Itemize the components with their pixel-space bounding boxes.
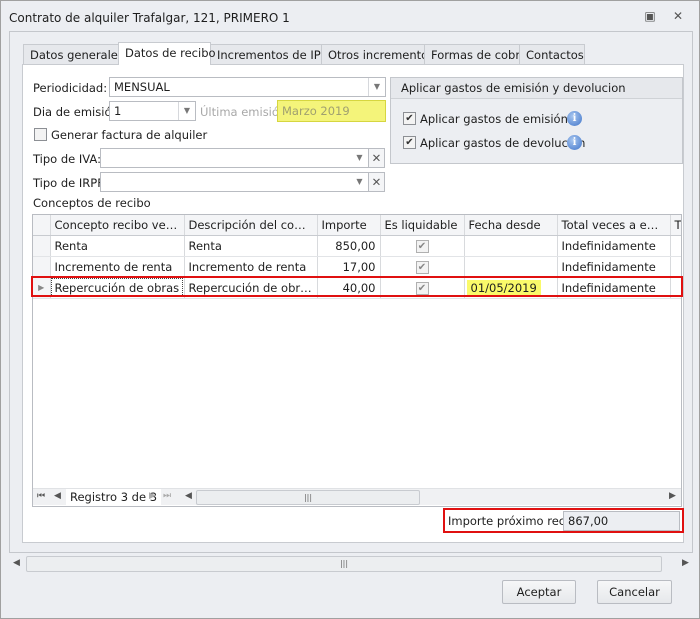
tipo-iva-label: Tipo de IVA:	[33, 152, 101, 166]
cell-t[interactable]	[670, 235, 681, 257]
tab-otros-incrementos[interactable]: Otros incrementos	[321, 44, 434, 65]
table-row[interactable]: Renta Renta 850,00 ✔ Indefinidamente	[33, 235, 681, 257]
table-row[interactable]: Incremento de renta Incremento de renta …	[33, 256, 681, 278]
next-record-icon[interactable]: ▶	[149, 491, 156, 501]
close-button[interactable]: ✕	[669, 9, 687, 27]
tab-incrementos-ipc[interactable]: Incrementos de IPC	[210, 44, 329, 65]
highlight-box	[31, 276, 683, 297]
conceptos-label: Conceptos de recibo	[33, 196, 151, 210]
cell-concepto[interactable]: Renta	[50, 235, 185, 257]
cell-fecha[interactable]	[464, 256, 558, 278]
scroll-right-icon[interactable]: ▶	[669, 491, 676, 501]
cell-descripcion[interactable]: Incremento de renta	[184, 256, 318, 278]
scroll-left-icon[interactable]: ◀	[185, 491, 192, 501]
first-record-icon[interactable]: ⏮	[37, 491, 45, 501]
liquidable-checkbox[interactable]: ✔	[415, 261, 429, 274]
tipo-irpf-select[interactable]: ▼	[100, 172, 369, 192]
cell-t[interactable]	[670, 256, 681, 278]
cell-total[interactable]: Indefinidamente	[557, 256, 671, 278]
row-indicator	[33, 256, 51, 278]
column-label: Concepto recibo vert…	[54, 217, 184, 232]
cell-importe[interactable]: 17,00	[317, 256, 381, 278]
tab-datos-generales[interactable]: Datos generales	[23, 44, 124, 65]
window-title: Contrato de alquiler Trafalgar, 121, PRI…	[9, 11, 290, 25]
dialog-window: Contrato de alquiler Trafalgar, 121, PRI…	[0, 0, 700, 619]
column-header-importe[interactable]: Importe	[317, 215, 381, 236]
column-header-liquidable[interactable]: Es liquidable	[380, 215, 465, 236]
gastos-emision-checkbox[interactable]: ✔	[403, 112, 416, 125]
scroll-right-icon[interactable]: ▶	[682, 558, 689, 568]
column-header-t[interactable]: T	[670, 215, 681, 236]
tab-datos-recibo[interactable]: Datos de recibo	[118, 42, 216, 65]
restore-button[interactable]: ▣	[641, 9, 659, 27]
column-header-concepto[interactable]: Concepto recibo vert… ▲	[50, 215, 185, 236]
scroll-left-icon[interactable]: ◀	[13, 558, 20, 568]
importe-proximo-value: 867,00	[563, 511, 680, 531]
chevron-down-icon[interactable]: ▼	[178, 102, 195, 120]
tab-formas-cobro[interactable]: Formas de cobro	[424, 44, 527, 65]
tab-contactos[interactable]: Contactos	[519, 44, 585, 65]
cell-fecha[interactable]	[464, 235, 558, 257]
generar-factura-checkbox[interactable]	[34, 128, 47, 141]
cell-descripcion[interactable]: Renta	[184, 235, 318, 257]
chevron-down-icon[interactable]: ▼	[351, 149, 368, 167]
aceptar-button[interactable]: Aceptar	[502, 580, 576, 604]
tipo-irpf-label: Tipo de IRPF:	[33, 176, 107, 190]
gastos-devolucion-checkbox[interactable]: ✔	[403, 136, 416, 149]
dia-emision-value: 1	[114, 104, 122, 118]
periodicidad-value: MENSUAL	[114, 80, 170, 94]
gastos-group-title: Aplicar gastos de emisión y devolucion	[391, 78, 682, 99]
liquidable-checkbox[interactable]: ✔	[415, 240, 429, 253]
chevron-down-icon[interactable]: ▼	[351, 173, 368, 191]
importe-proximo-box: Importe próximo recibo 867,00	[443, 508, 684, 533]
cell-total[interactable]: Indefinidamente	[557, 235, 671, 257]
column-header-total[interactable]: Total veces a emitir	[557, 215, 671, 236]
cancelar-button[interactable]: Cancelar	[597, 580, 672, 604]
horizontal-scrollbar-thumb[interactable]: |||	[26, 556, 662, 572]
cell-concepto[interactable]: Incremento de renta	[50, 256, 185, 278]
info-icon[interactable]: i	[567, 111, 582, 126]
column-header-fecha[interactable]: Fecha desde	[464, 215, 558, 236]
gastos-emision-label: Aplicar gastos de emisión	[420, 112, 568, 126]
cell-liquidable[interactable]: ✔	[380, 256, 465, 278]
last-record-icon[interactable]: ⏭	[163, 491, 171, 501]
conceptos-grid: Concepto recibo vert… ▲ Descripción del …	[32, 214, 682, 507]
row-indicator	[33, 235, 51, 257]
cell-liquidable[interactable]: ✔	[380, 235, 465, 257]
gastos-devolucion-label: Aplicar gastos de devolución	[420, 136, 586, 150]
generar-factura-label: Generar factura de alquiler	[51, 128, 208, 142]
prev-record-icon[interactable]: ◀	[54, 491, 61, 501]
grid-horizontal-scrollbar-thumb[interactable]: |||	[196, 490, 420, 505]
grid-header: Concepto recibo vert… ▲ Descripción del …	[33, 215, 681, 236]
tipo-iva-select[interactable]: ▼	[100, 148, 369, 168]
info-icon[interactable]: i	[567, 135, 582, 150]
indicator-header	[33, 215, 51, 236]
chevron-down-icon[interactable]: ▼	[368, 78, 385, 96]
periodicidad-select[interactable]: MENSUAL ▼	[109, 77, 386, 97]
clear-iva-button[interactable]: ✕	[368, 148, 385, 168]
cell-importe[interactable]: 850,00	[317, 235, 381, 257]
ultima-emision-field: Marzo 2019	[277, 100, 386, 122]
periodicidad-label: Periodicidad:	[33, 81, 108, 95]
gastos-group: Aplicar gastos de emisión y devolucion ✔…	[390, 77, 683, 164]
dia-emision-select[interactable]: 1 ▼	[109, 101, 196, 121]
column-header-descripcion[interactable]: Descripción del concepto	[184, 215, 318, 236]
clear-irpf-button[interactable]: ✕	[368, 172, 385, 192]
grid-navigator: ⏮ ◀ Registro 3 de 3 ▶ ⏭ ◀ ||| ▶	[33, 488, 681, 505]
record-counter: Registro 3 de 3	[66, 489, 162, 505]
